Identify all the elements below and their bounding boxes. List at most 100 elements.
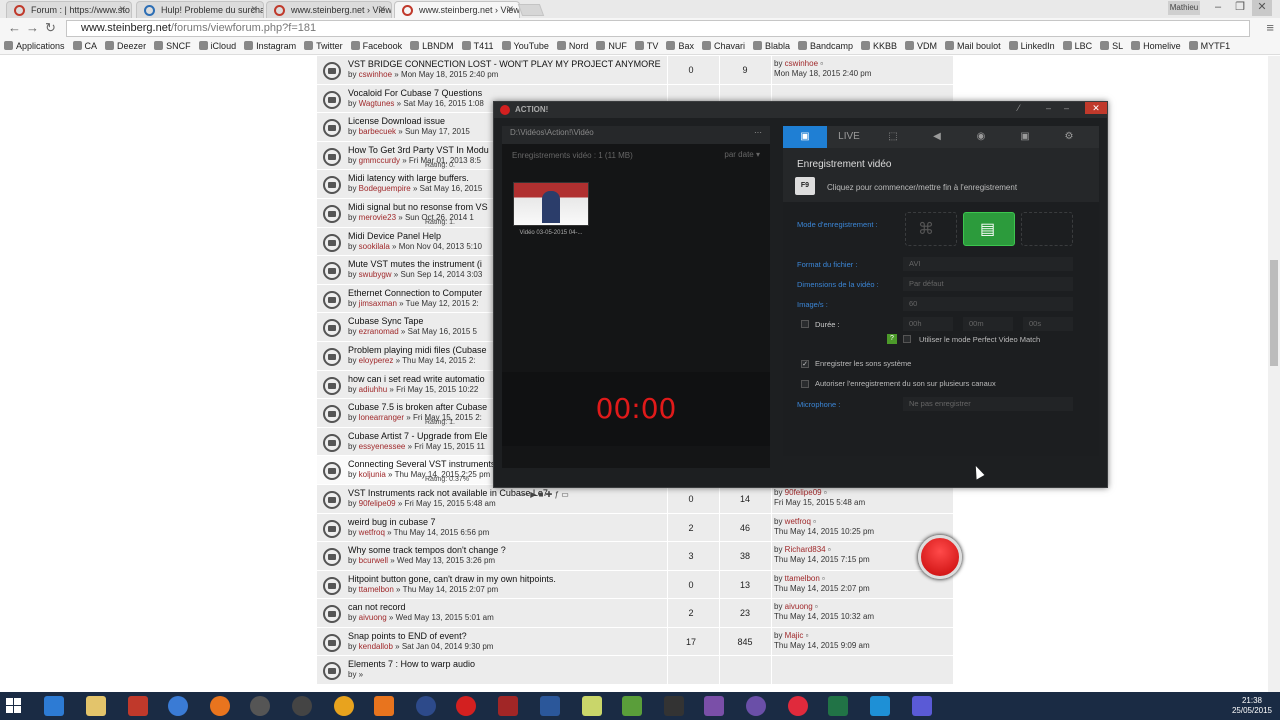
forward-icon[interactable]: →	[26, 20, 39, 35]
bookmark-item[interactable]: YouTube	[501, 38, 549, 54]
bookmark-item[interactable]: LinkedIn	[1008, 38, 1055, 54]
table-row[interactable]: Snap points to END of event? by kendallob…	[317, 627, 953, 657]
topic-author-link[interactable]: adiuhhu	[359, 385, 387, 394]
topic-author-link[interactable]: 90felipe09	[359, 499, 396, 508]
bookmark-item[interactable]: Nord	[556, 38, 588, 54]
tab-webcam[interactable]: ◉	[959, 126, 1003, 148]
app-icon[interactable]	[912, 696, 932, 716]
duration-hours[interactable]: 00h	[903, 317, 953, 331]
app-icon[interactable]	[704, 696, 724, 716]
new-tab-button[interactable]	[517, 4, 545, 16]
evernote-icon[interactable]	[622, 696, 642, 716]
topic-author-link[interactable]: ttamelbon	[359, 585, 394, 594]
last-post-author-link[interactable]: 90felipe09	[785, 488, 822, 497]
close-tab-icon[interactable]: ✕	[118, 4, 126, 15]
topic-title-link[interactable]: Vocaloid For Cubase 7 Questions	[348, 88, 668, 98]
perfect-match-checkbox[interactable]	[903, 335, 911, 343]
tab-video-recording[interactable]: ▣	[783, 126, 827, 148]
topic-author-link[interactable]: sookilala	[359, 242, 390, 251]
app-icon[interactable]	[416, 696, 436, 716]
duration-minutes[interactable]: 00m	[963, 317, 1013, 331]
topic-author-link[interactable]: cswinhoe	[359, 70, 392, 79]
bookmark-item[interactable]: Mail boulot	[945, 38, 1001, 54]
word-icon[interactable]	[540, 696, 560, 716]
bookmark-item[interactable]: Twitter	[304, 38, 343, 54]
last-post-author-link[interactable]: ttamelbon	[785, 574, 820, 583]
table-row[interactable]: Elements 7 : How to warp audio by »	[317, 656, 953, 686]
file-explorer-icon[interactable]	[86, 696, 106, 716]
app-icon[interactable]	[334, 696, 354, 716]
bookmark-item[interactable]: MYTF1	[1188, 38, 1230, 54]
collapse-icon[interactable]: –	[1064, 103, 1069, 113]
topic-author-link[interactable]: merovie23	[359, 213, 396, 222]
duration-checkbox[interactable]	[801, 320, 809, 328]
bookmark-item[interactable]: Blabla	[752, 38, 790, 54]
close-tab-icon[interactable]: ✕	[378, 4, 386, 15]
topic-author-link[interactable]: jimsaxman	[359, 299, 397, 308]
format-select[interactable]: AVI	[903, 257, 1073, 271]
last-post-author-link[interactable]: Richard834	[785, 545, 826, 554]
bookmark-item[interactable]: Instagram	[244, 38, 296, 54]
minimize-icon[interactable]: –	[1208, 0, 1228, 16]
bookmark-item[interactable]: LBNDM	[410, 38, 454, 54]
close-tab-icon[interactable]: ✕	[250, 4, 258, 15]
mode-game-option[interactable]: ⌘	[905, 212, 957, 246]
topic-author-link[interactable]: barbecuek	[359, 127, 396, 136]
mail-icon[interactable]	[44, 696, 64, 716]
last-post-author-link[interactable]: Majic	[785, 631, 804, 640]
table-row[interactable]: weird bug in cubase 7 by wetfroq » Thu Ma…	[317, 513, 953, 543]
topic-author-link[interactable]: ezranomad	[359, 327, 399, 336]
app-icon[interactable]	[746, 696, 766, 716]
last-post-author-link[interactable]: wetfroq	[785, 517, 811, 526]
app-icon[interactable]	[128, 696, 148, 716]
bookmark-item[interactable]: T411	[461, 38, 494, 54]
duration-seconds[interactable]: 00s	[1023, 317, 1073, 331]
edit-icon[interactable]: ⁄	[1018, 103, 1020, 113]
table-row[interactable]: VST Instruments rack not available in Cu…	[317, 484, 953, 514]
skype-icon[interactable]	[870, 696, 890, 716]
topic-title-link[interactable]: VST BRIDGE CONNECTION LOST - WON'T PLAY …	[348, 59, 668, 69]
tab-sound[interactable]: ◀	[915, 126, 959, 148]
table-row[interactable]: Hitpoint button gone, can't draw in my o…	[317, 570, 953, 600]
sort-dropdown[interactable]: par date ▾	[724, 150, 760, 159]
fps-select[interactable]: 60	[903, 297, 1073, 311]
tab-live[interactable]: LIVE	[827, 126, 871, 148]
cubase-icon[interactable]	[250, 696, 270, 716]
microphone-select[interactable]: Ne pas enregistrer	[903, 397, 1073, 411]
minimize-icon[interactable]: –	[1046, 103, 1051, 113]
system-sound-checkbox[interactable]: ✓	[801, 360, 809, 368]
multichannel-checkbox[interactable]	[801, 380, 809, 388]
action-titlebar[interactable]: ACTION! ⁄ – – ✕	[494, 102, 1107, 118]
action-taskbar-icon[interactable]	[456, 696, 476, 716]
topic-author-link[interactable]: essyenessee	[359, 442, 406, 451]
topic-author-link[interactable]: Bodeguempire	[359, 184, 411, 193]
dims-select[interactable]: Par défaut	[903, 277, 1073, 291]
table-row[interactable]: VST BRIDGE CONNECTION LOST - WON'T PLAY …	[317, 56, 953, 85]
bookmark-item[interactable]: SL	[1100, 38, 1123, 54]
bookmark-item[interactable]: Applications	[4, 38, 65, 54]
topic-author-link[interactable]: Wagtunes	[359, 99, 395, 108]
app-icon[interactable]	[374, 696, 394, 716]
more-icon[interactable]: ···	[754, 128, 762, 137]
bookmark-item[interactable]: SNCF	[154, 38, 191, 54]
bookmark-item[interactable]: KKBB	[861, 38, 897, 54]
taskbar-clock[interactable]: 21:38 25/05/2015	[1228, 696, 1276, 716]
help-icon[interactable]: ?	[887, 334, 897, 344]
topic-author-link[interactable]: eloyperez	[359, 356, 394, 365]
windows-start-icon[interactable]	[6, 698, 22, 714]
page-scrollbar[interactable]	[1268, 56, 1280, 692]
table-row[interactable]: can not record by aivuong » Wed May 13, 2…	[317, 599, 953, 628]
browser-tab-2[interactable]: Hulp! Probleme du surcha ✕	[136, 1, 264, 18]
close-icon[interactable]: ✕	[1085, 102, 1107, 114]
bookmark-item[interactable]: NUF	[596, 38, 627, 54]
topic-author-link[interactable]: aivuong	[359, 613, 387, 622]
topic-title-link[interactable]: Snap points to END of event?	[348, 631, 668, 641]
last-post-author-link[interactable]: cswinhoe	[785, 59, 818, 68]
url-bar[interactable]: www.steinberg.net/forums/viewforum.php?f…	[66, 20, 1250, 37]
topic-title-link[interactable]: Elements 7 : How to warp audio	[348, 659, 668, 669]
topic-author-link[interactable]: kendallob	[359, 642, 393, 651]
mode-region-option[interactable]	[1021, 212, 1073, 246]
topic-author-link[interactable]: koljunia	[359, 470, 386, 479]
firefox-icon[interactable]	[210, 696, 230, 716]
topic-title-link[interactable]: Hitpoint button gone, can't draw in my o…	[348, 574, 668, 584]
